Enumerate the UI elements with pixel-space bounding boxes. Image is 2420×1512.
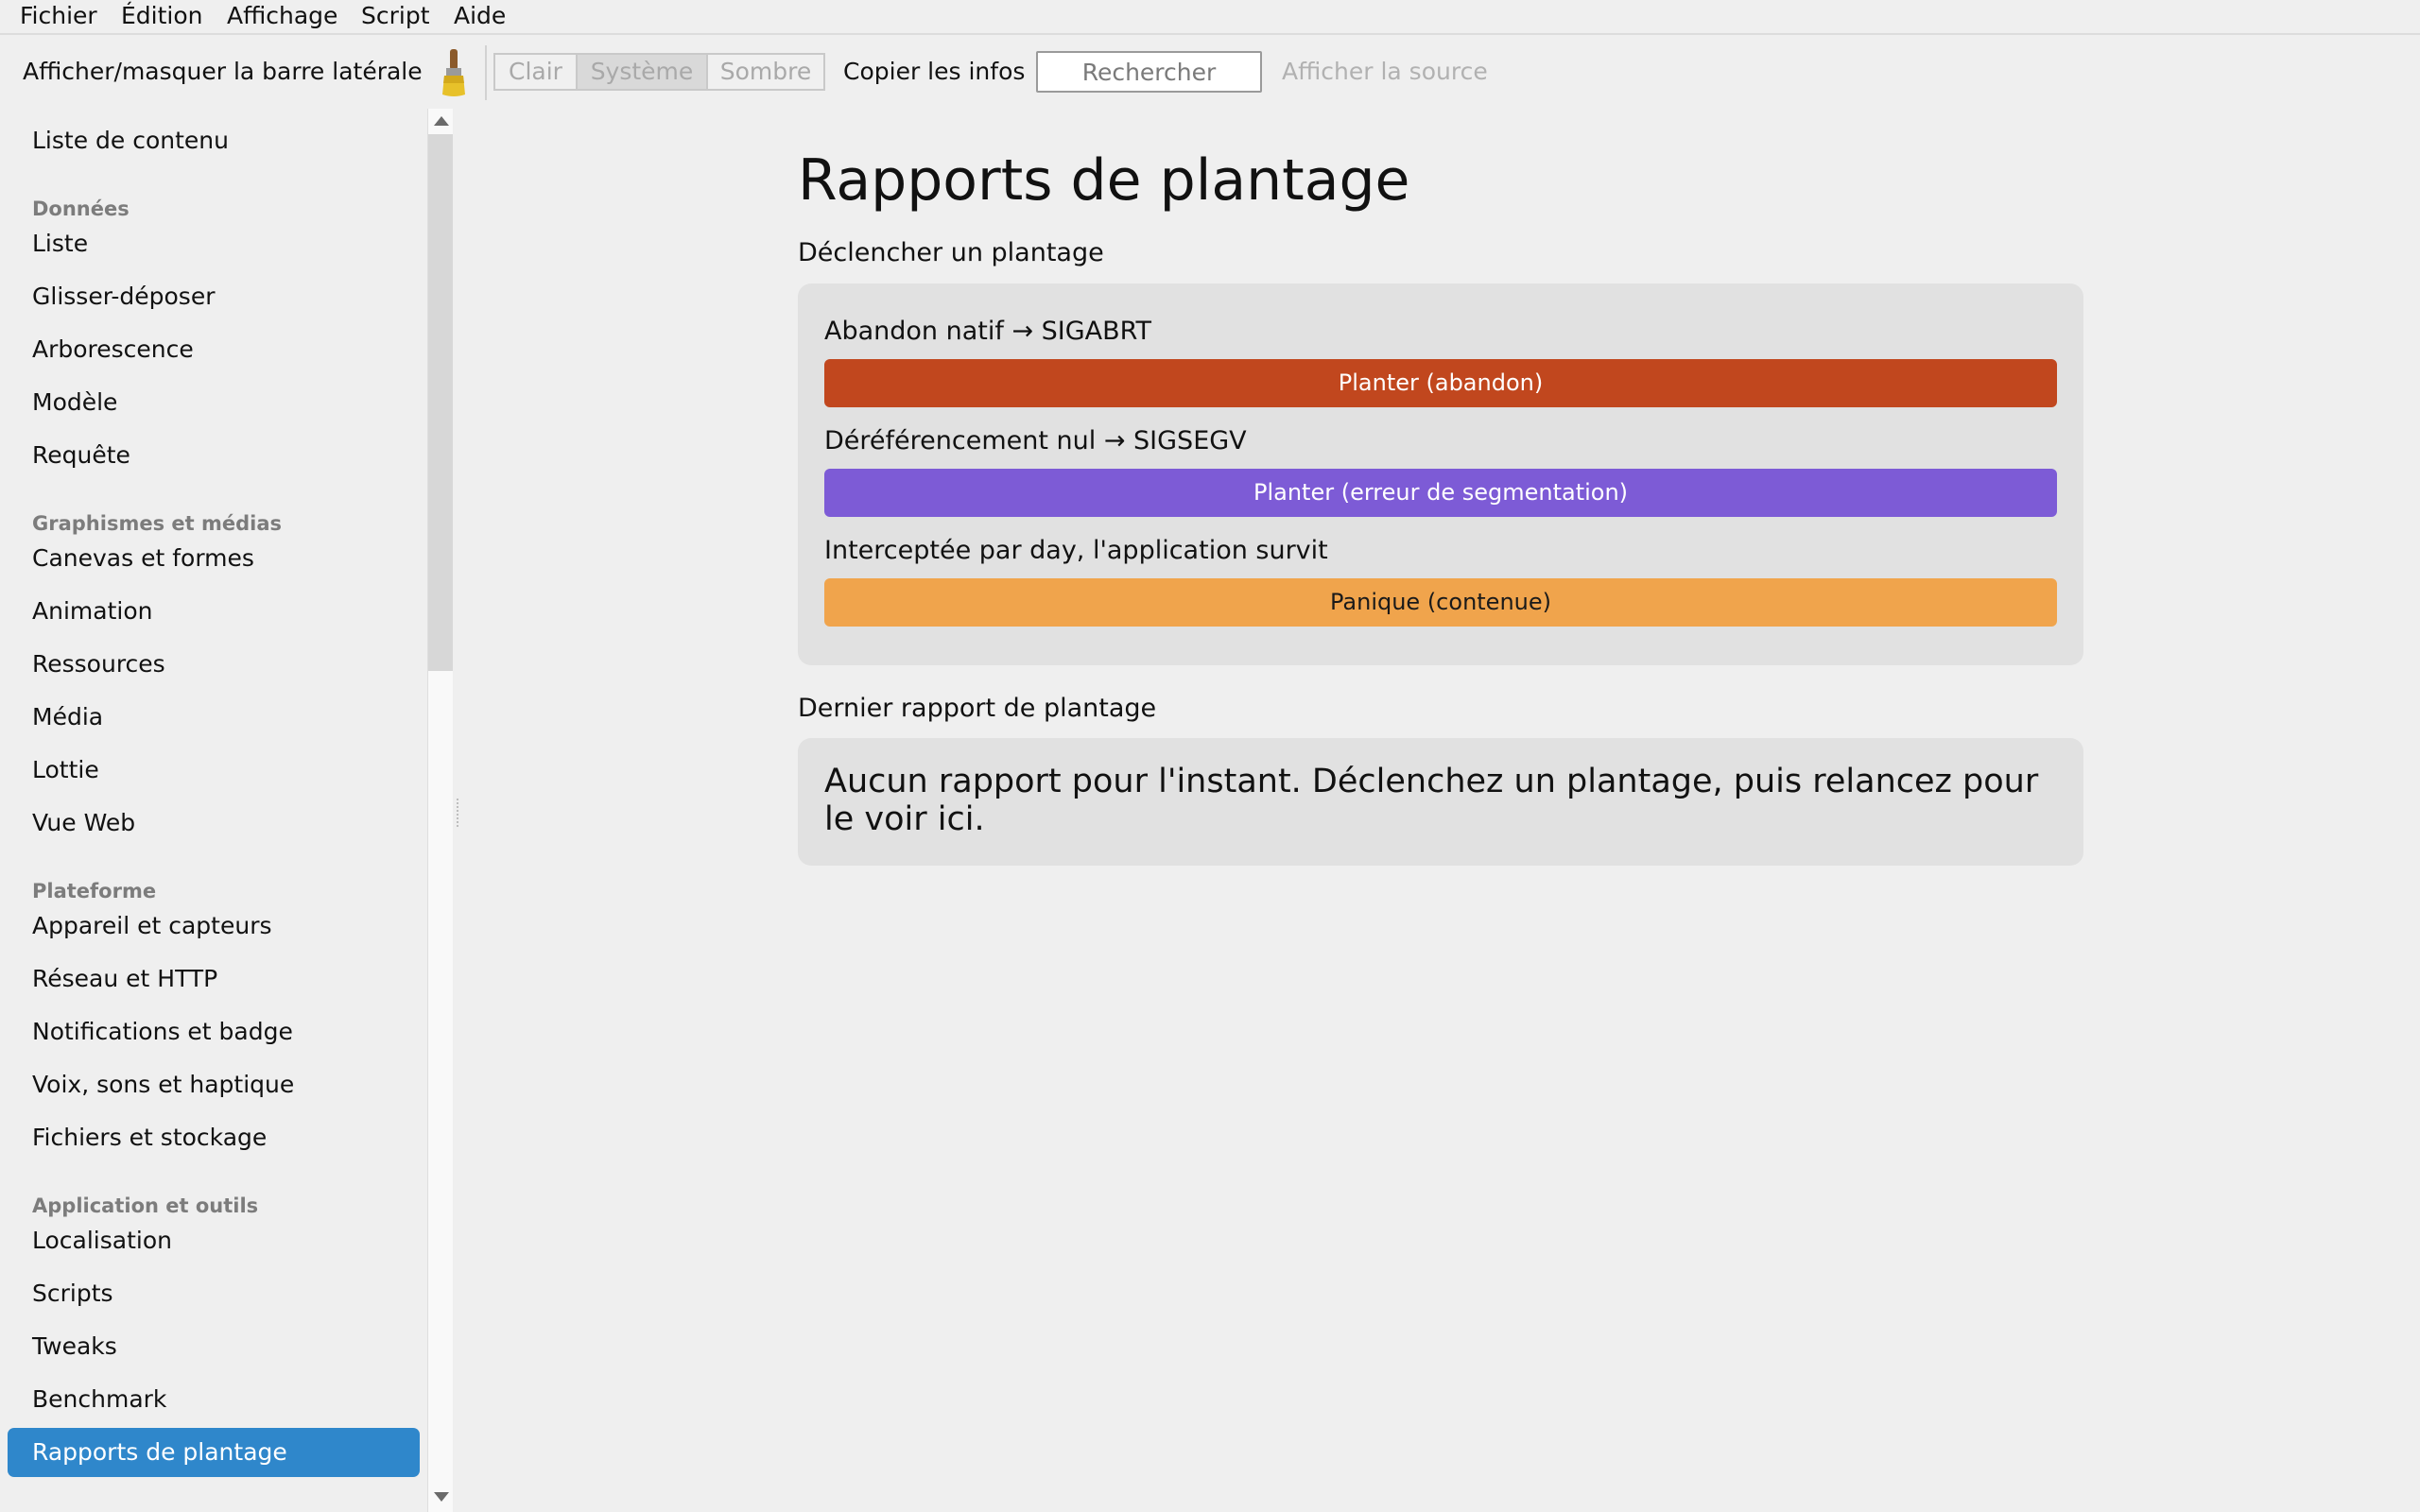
toggle-sidebar-button[interactable]: Afficher/masquer la barre latérale: [23, 58, 423, 86]
scrollbar-thumb[interactable]: [427, 134, 453, 671]
sidebar: Liste de contenu Données Liste Glisser-dépo…: [0, 109, 427, 1512]
crash-segfault-button[interactable]: Planter (erreur de segmentation): [824, 469, 2057, 517]
sidebar-item[interactable]: Lottie: [8, 746, 420, 795]
sidebar-item[interactable]: Scripts: [8, 1269, 420, 1318]
paintbrush-icon[interactable]: [437, 47, 471, 98]
sidebar-item[interactable]: Modèle: [8, 378, 420, 427]
sidebar-item[interactable]: Média: [8, 693, 420, 742]
splitter-handle[interactable]: [457, 799, 461, 827]
sidebar-item[interactable]: Ressources: [8, 640, 420, 689]
sidebar-item[interactable]: Localisation: [8, 1216, 420, 1265]
menu-fichier[interactable]: Fichier: [20, 0, 97, 33]
crash-segfault-description: Déréférencement nul → SIGSEGV: [824, 426, 1247, 455]
copy-info-button[interactable]: Copier les infos: [843, 58, 1025, 86]
crash-report-card: Aucun rapport pour l'instant. Déclenchez…: [798, 738, 2083, 866]
sidebar-item[interactable]: Appareil et capteurs: [8, 902, 420, 951]
menu-script[interactable]: Script: [361, 0, 430, 33]
sidebar-item[interactable]: Liste de contenu: [8, 116, 420, 165]
sidebar-section-header: Données: [32, 198, 130, 220]
trigger-card: Abandon natif → SIGABRT Planter (abandon)…: [798, 284, 2083, 665]
sidebar-item[interactable]: Benchmark: [8, 1375, 420, 1424]
scroll-up-icon[interactable]: [434, 116, 449, 126]
sidebar-item[interactable]: Voix, sons et haptique: [8, 1060, 420, 1109]
sidebar-item[interactable]: Glisser-déposer: [8, 272, 420, 321]
sidebar-item[interactable]: Animation: [8, 587, 420, 636]
sidebar-section-header: Application et outils: [32, 1194, 259, 1217]
report-section-label: Dernier rapport de plantage: [798, 694, 1157, 723]
sidebar-item[interactable]: Réseau et HTTP: [8, 954, 420, 1004]
sidebar-section-header: Plateforme: [32, 880, 157, 902]
sidebar-item[interactable]: Notifications et badge: [8, 1007, 420, 1057]
sidebar-item[interactable]: Requête: [8, 431, 420, 480]
theme-light-button[interactable]: Clair: [493, 53, 578, 91]
sidebar-item[interactable]: Vue Web: [8, 799, 420, 848]
menu-affichage[interactable]: Affichage: [227, 0, 337, 33]
sidebar-item[interactable]: Tweaks: [8, 1322, 420, 1371]
sidebar-item[interactable]: Canevas et formes: [8, 534, 420, 583]
view-source-button[interactable]: Afficher la source: [1282, 58, 1488, 86]
menu-edition[interactable]: Édition: [121, 0, 203, 33]
sidebar-section-header: Graphismes et médias: [32, 512, 282, 535]
menu-aide[interactable]: Aide: [454, 0, 506, 33]
crash-abort-button[interactable]: Planter (abandon): [824, 359, 2057, 407]
trigger-section-label: Déclencher un plantage: [798, 238, 1104, 267]
theme-dark-button[interactable]: Sombre: [706, 53, 825, 91]
search-input[interactable]: [1036, 51, 1262, 93]
menu-bar: Fichier Édition Affichage Script Aide: [0, 0, 2420, 35]
toolbar-separator: [485, 45, 487, 100]
crash-abort-description: Abandon natif → SIGABRT: [824, 317, 1151, 346]
sidebar-item[interactable]: Arborescence: [8, 325, 420, 374]
crash-panic-button[interactable]: Panique (contenue): [824, 578, 2057, 627]
crash-panic-description: Interceptée par day, l'application survi…: [824, 536, 1328, 565]
scroll-down-icon[interactable]: [434, 1492, 449, 1502]
crash-report-text: Aucun rapport pour l'instant. Déclenchez…: [824, 763, 2039, 838]
sidebar-item[interactable]: Liste: [8, 219, 420, 268]
theme-system-button[interactable]: Système: [576, 53, 708, 91]
sidebar-item[interactable]: Fichiers et stockage: [8, 1113, 420, 1162]
page-title: Rapports de plantage: [798, 147, 1410, 214]
sidebar-item[interactable]: Rapports de plantage: [8, 1428, 420, 1477]
